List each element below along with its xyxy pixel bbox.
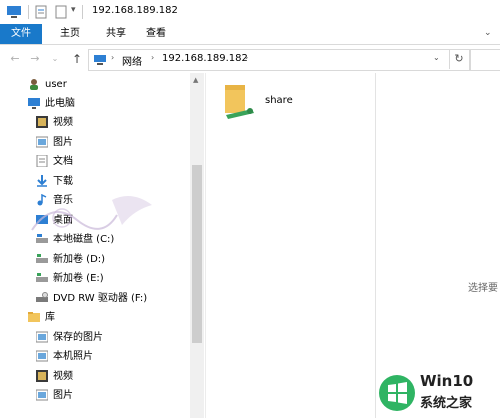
watermark-logo: Win10 系统之家 [372,370,500,418]
content-item-share[interactable]: share [222,81,332,127]
nav-item-user[interactable]: user [28,76,67,94]
refresh-icon: ↻ [454,52,464,65]
nav-label: 下载 [53,176,73,187]
recent-locations-icon[interactable]: ⌄ [48,52,62,66]
videos-icon [36,370,48,382]
window-title: 192.168.189.182 [92,5,178,16]
expand-ribbon-icon[interactable]: ⌄ [484,28,492,38]
nav-label: 库 [45,312,55,323]
pictures-icon [36,350,48,362]
shared-folder-icon [225,85,254,119]
network-icon [94,55,106,65]
user-icon [30,79,38,90]
windows-logo-icon [379,375,415,411]
this-pc-icon [28,98,40,109]
videos-icon [36,116,48,128]
nav-label: 新加卷 (D:) [53,254,106,265]
nav-item-drive-f[interactable]: DVD RW 驱动器 (F:) [36,290,147,308]
nav-label: 图片 [53,390,73,401]
nav-label: 视频 [53,117,73,128]
crumb-host[interactable]: 192.168.189.182 [162,53,248,64]
tab-file[interactable]: 文件 [0,24,42,44]
ribbon-tabs: 文件 主页 共享 查看 ⌄ [0,24,500,45]
drive-icon [36,273,48,282]
nav-label: DVD RW 驱动器 (F:) [53,293,148,304]
nav-item-library-videos[interactable]: 视频 [36,368,73,386]
preview-pane: 选择要 [375,73,500,418]
decorative-watermark-icon [31,196,152,231]
nav-item-videos[interactable]: 视频 [36,114,73,132]
nav-label: 文档 [53,156,73,167]
tab-share[interactable]: 共享 [96,24,136,44]
nav-item-downloads[interactable]: 下载 [36,173,73,191]
documents-icon [36,155,48,167]
nav-item-saved-pictures[interactable]: 保存的图片 [36,329,103,347]
scroll-up-icon[interactable]: ▲ [193,76,198,84]
search-input[interactable] [470,49,500,71]
this-pc-icon [7,6,21,18]
nav-item-camera-roll[interactable]: 本机照片 [36,348,93,366]
new-folder-icon[interactable] [55,5,67,19]
tab-home[interactable]: 主页 [50,24,90,44]
downloads-icon [37,175,47,187]
nav-label: 视频 [53,371,73,382]
nav-label: 新加卷 (E:) [53,273,104,284]
nav-item-this-pc[interactable]: 此电脑 [28,95,75,113]
nav-label: user [45,79,67,90]
watermark-line2: 系统之家 [420,396,473,411]
address-row: ← → ⌄ ↑ › 网络 › 192.168.189.182 › ⌄ ↻ [0,45,500,73]
preview-hint-text: 选择要 [468,283,498,294]
nav-label: 本机照片 [53,351,93,362]
address-dropdown-icon[interactable]: ⌄ [433,53,440,62]
title-bar: ▾ 192.168.189.182 [0,0,500,25]
nav-label: 保存的图片 [53,332,103,343]
item-label: share [265,95,293,106]
quick-access-dropdown-icon[interactable]: ▾ [71,5,76,15]
drive-icon [36,254,48,263]
nav-item-drive-d[interactable]: 新加卷 (D:) [36,251,105,269]
nav-scrollbar[interactable]: ▲ [190,73,204,418]
scrollbar-thumb[interactable] [192,165,202,343]
nav-item-library-pictures[interactable]: 图片 [36,387,73,405]
forward-icon[interactable]: → [28,52,42,66]
watermark-line1: Win10 [420,372,474,390]
nav-item-drive-e[interactable]: 新加卷 (E:) [36,270,104,288]
back-icon[interactable]: ← [8,52,22,66]
crumb-separator-icon: › [245,53,249,62]
pictures-icon [36,389,48,401]
pictures-icon [36,136,48,148]
properties-icon[interactable] [35,5,47,19]
content-pane: share [206,73,374,418]
address-bar[interactable]: › 网络 › 192.168.189.182 › ⌄ [88,49,470,71]
refresh-button[interactable]: ↻ [449,49,468,69]
dvd-drive-icon [36,292,48,302]
nav-label: 此电脑 [45,98,75,109]
libraries-icon [28,312,40,322]
nav-item-pictures[interactable]: 图片 [36,134,73,152]
pictures-icon [36,331,48,343]
crumb-separator-icon: › [151,53,155,62]
nav-item-libraries[interactable]: 库 [28,309,55,327]
tab-view[interactable]: 查看 [136,24,176,44]
up-icon[interactable]: ↑ [70,52,84,66]
crumb-separator-icon: › [111,53,115,62]
crumb-network[interactable]: 网络 [122,53,142,68]
nav-item-documents[interactable]: 文档 [36,153,73,171]
nav-label: 图片 [53,137,73,148]
